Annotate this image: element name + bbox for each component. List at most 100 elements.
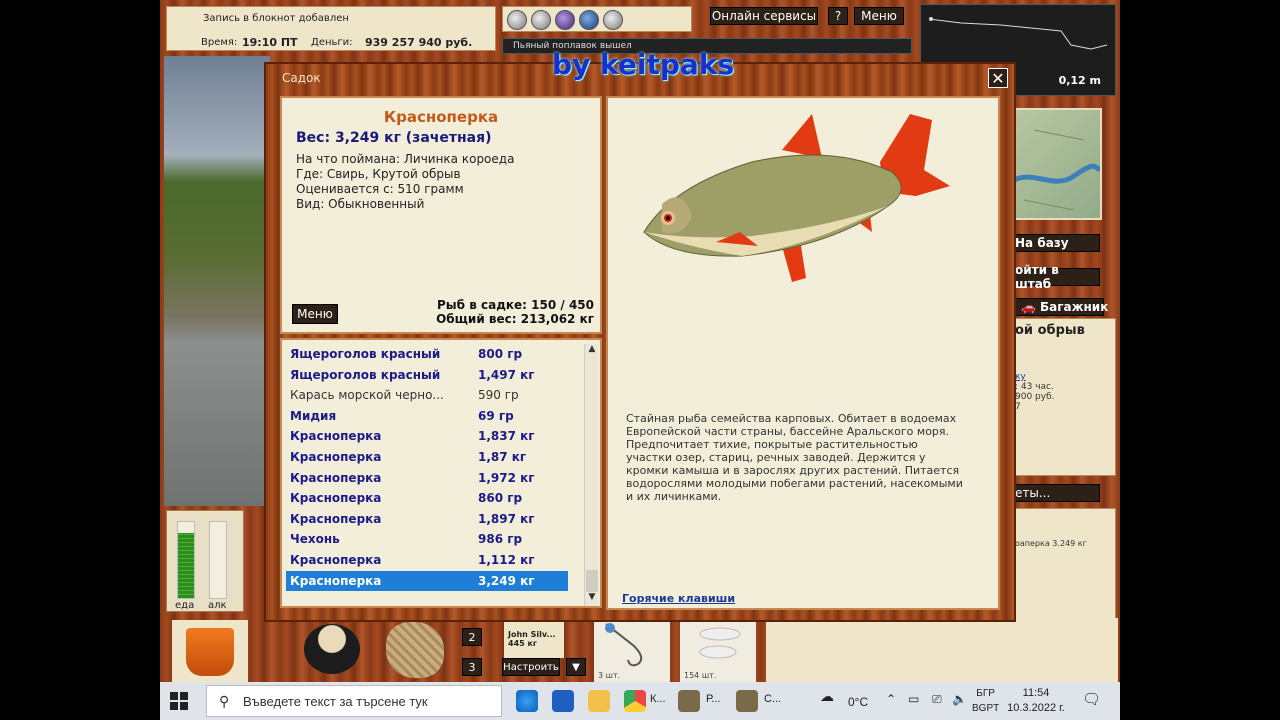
catch-fish-name: Мидия: [290, 408, 337, 423]
scenery-view: [164, 56, 270, 506]
store-icon[interactable]: [552, 690, 574, 712]
money-label: Деньги:: [311, 37, 353, 48]
catch-fish-name: Красноперка: [290, 429, 382, 444]
catch-list-row[interactable]: Красноперка 860 гр: [286, 488, 568, 508]
sack-icon[interactable]: [386, 622, 444, 678]
fish-description-panel: Стайная рыба семейства карповых. Обитает…: [606, 96, 1000, 610]
catch-fish-weight: 1,897 кг: [478, 511, 535, 526]
food-gauge-fill: [178, 533, 194, 598]
catch-fish-name: Красноперка: [290, 470, 382, 485]
catch-log-entry: оаперка 3.249 кг: [1015, 539, 1087, 548]
taskbar-app-2-label[interactable]: Р...: [706, 693, 720, 705]
catch-list-row[interactable]: Ящероголов красный 1,497 кг: [286, 365, 568, 385]
close-button[interactable]: ✕: [988, 68, 1008, 88]
bait-pot-icon[interactable]: [304, 624, 360, 674]
catch-list-row[interactable]: Ящероголов красный 800 гр: [286, 344, 568, 364]
dialog-title: Садок: [282, 71, 321, 85]
river-map-graphic: [1012, 129, 1102, 211]
location-name: ой обрыв: [1015, 323, 1085, 338]
fish-location: Где: Свирь, Крутой обрыв: [296, 167, 461, 181]
location-link[interactable]: ку: [1015, 372, 1113, 382]
lure-icon[interactable]: [555, 10, 575, 30]
configure-dropdown[interactable]: ▼: [566, 658, 586, 676]
catch-fish-name: Красноперка: [290, 553, 382, 567]
catch-list-row-selected[interactable]: Красноперка 3,249 кг: [286, 570, 568, 591]
more-button[interactable]: еты...: [1012, 484, 1100, 502]
catch-list-row[interactable]: Чехонь 986 гр: [286, 529, 568, 549]
map-thumbnail[interactable]: [1012, 108, 1102, 220]
search-icon: ⚲: [219, 693, 230, 709]
taskbar-app-1-label[interactable]: К...: [650, 693, 666, 705]
catch-fish-weight: 1,837 кг: [478, 429, 535, 444]
catch-list-scrollbar[interactable]: ▲ ▼: [584, 344, 598, 606]
bait-slot[interactable]: 154 шт.: [680, 618, 756, 682]
slot-3-button[interactable]: 3: [462, 658, 482, 676]
taskbar-clock[interactable]: 11:54 10.3.2022 г.: [996, 686, 1076, 716]
fish-menu-button[interactable]: Меню: [292, 304, 338, 324]
angler-card[interactable]: John Silv... 445 кг: [504, 618, 564, 658]
display-icon[interactable]: ⎚: [932, 692, 942, 707]
lure-icon[interactable]: [603, 10, 623, 30]
scroll-down-icon[interactable]: ▼: [585, 592, 599, 606]
hook-icon: [605, 623, 643, 667]
temperature[interactable]: 0°C: [848, 695, 868, 709]
notifications-icon[interactable]: 🗨: [1082, 690, 1101, 708]
tray-chevron-icon[interactable]: ⌃: [886, 692, 896, 706]
configure-button[interactable]: Настроить: [502, 658, 560, 676]
network-icon[interactable]: ▭: [908, 692, 919, 706]
game-app-icon[interactable]: [678, 690, 700, 712]
catch-list-row[interactable]: Красноперка 1,897 кг: [286, 509, 568, 529]
online-services-button[interactable]: Онлайн сервисы: [710, 7, 818, 25]
lure-icon[interactable]: [507, 10, 527, 30]
bucket-slot[interactable]: [172, 620, 248, 682]
catch-list-row[interactable]: Мидия 69 гр: [286, 406, 568, 426]
edge-icon[interactable]: [516, 690, 538, 712]
fish-min-weight: Оценивается с: 510 грамм: [296, 182, 464, 196]
catch-fish-name: Красноперка: [290, 491, 382, 506]
slot-2-button[interactable]: 2: [462, 628, 482, 646]
folder-icon[interactable]: [588, 690, 610, 712]
taskbar-app-3-label[interactable]: С...: [764, 693, 781, 705]
time-label: Время:: [201, 37, 238, 48]
angler-name: John Silv...: [508, 630, 556, 639]
game-app-icon-2[interactable]: [736, 690, 758, 712]
depth-value: 0,12 m: [1058, 74, 1101, 87]
tackle-slot[interactable]: 3 шт.: [594, 618, 670, 682]
catch-fish-weight: 1,972 кг: [478, 470, 535, 485]
language-primary: БГР: [976, 688, 995, 699]
lure-icon[interactable]: [579, 10, 599, 30]
chrome-icon[interactable]: [624, 690, 646, 712]
depth-profile-graphic: [928, 17, 1108, 50]
catch-list: Ящероголов красный 800 гр Ящероголов красн…: [280, 338, 602, 608]
weather-icon[interactable]: ☁: [820, 688, 834, 705]
taskbar-search-box[interactable]: ⚲ Въведете текст за търсене тук: [206, 685, 502, 717]
location-info: ой обрыв ку : 43 час. 900 руб. 7: [1012, 318, 1116, 476]
windows-taskbar: ⚲ Въведете текст за търсене тук К... Р..…: [160, 682, 1120, 720]
fish-weight: Вес: 3,249 кг (зачетная): [296, 130, 492, 146]
catch-list-row[interactable]: Красноперка 1,837 кг: [286, 426, 568, 446]
watermark-text: by keitpaks: [552, 48, 735, 81]
catch-list-row[interactable]: Красноперка 1,87 кг: [286, 447, 568, 467]
catch-list-row[interactable]: Красноперка 1,972 кг: [286, 468, 568, 488]
help-button[interactable]: ?: [828, 7, 848, 25]
to-hq-button[interactable]: ойти в штаб: [1012, 263, 1100, 291]
catch-fish-name: Чехонь: [290, 532, 340, 547]
bottom-right-panel: [766, 618, 1118, 682]
keepnet-count: Рыб в садке: 150 / 450: [437, 298, 594, 312]
hotkeys-link[interactable]: Горячие клавиши: [622, 592, 735, 605]
windows-start-icon[interactable]: [170, 692, 188, 710]
catch-list-row[interactable]: Карась морской черно... 590 гр: [286, 385, 568, 405]
trunk-button[interactable]: 🚗 Багажник: [1012, 298, 1108, 316]
to-base-button[interactable]: На базу: [1012, 234, 1100, 252]
close-icon: ✕: [991, 68, 1005, 88]
main-menu-button[interactable]: Меню: [854, 7, 904, 25]
scroll-thumb[interactable]: [586, 570, 598, 592]
catch-list-row[interactable]: Красноперка 1,112 кг: [286, 550, 568, 570]
catch-fish-name: Карась морской черно...: [290, 388, 444, 403]
scroll-up-icon[interactable]: ▲: [585, 344, 599, 358]
keepnet-total-weight: Общий вес: 213,062 кг: [436, 312, 594, 326]
volume-icon[interactable]: 🔈: [952, 692, 967, 706]
lure-icon[interactable]: [531, 10, 551, 30]
bucket-icon: [186, 628, 234, 676]
alcohol-gauge: [209, 521, 227, 599]
